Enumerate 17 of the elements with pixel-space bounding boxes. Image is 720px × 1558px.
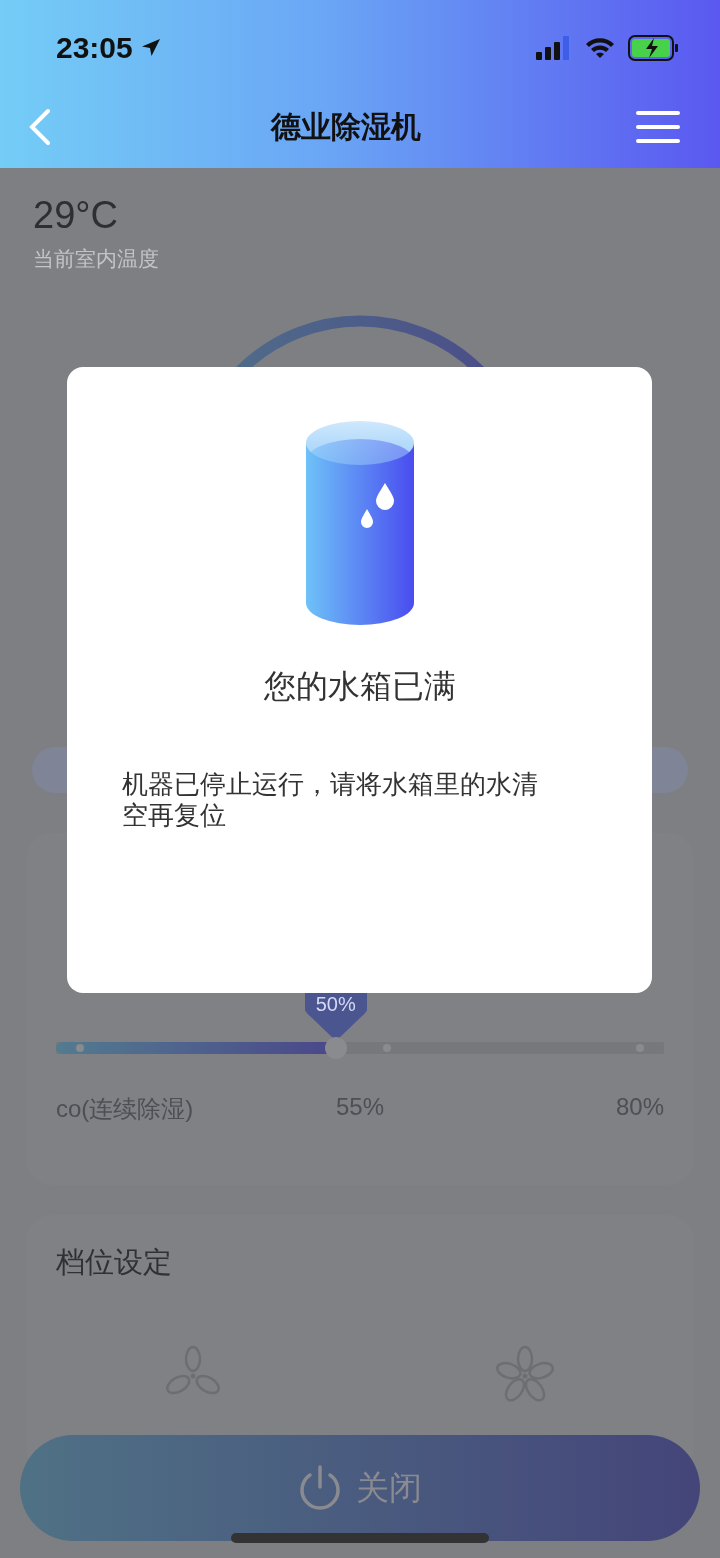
- signal-icon: [536, 36, 572, 60]
- temperature-value: 29°C: [33, 194, 119, 237]
- page-title: 德业除湿机: [271, 108, 421, 145]
- temperature-label: 当前室内温度: [33, 246, 160, 272]
- status-time: 23:05: [56, 31, 163, 65]
- wifi-icon: [584, 36, 616, 60]
- power-icon: [298, 1465, 342, 1511]
- power-button[interactable]: 关闭: [20, 1435, 700, 1541]
- battery-charging-icon: [628, 35, 680, 61]
- humidity-pin-value: 50%: [315, 993, 356, 1017]
- dialog-message: 机器已停止运行，请将水箱里的水清空再复位: [122, 769, 539, 831]
- dialog-title: 您的水箱已满: [263, 667, 456, 706]
- water-tank-icon: [305, 421, 414, 627]
- slider-step-dot: [76, 1044, 85, 1052]
- card-title: 档位设定: [56, 1245, 173, 1280]
- slider-thumb[interactable]: [324, 1037, 347, 1059]
- menu-icon[interactable]: [636, 109, 680, 145]
